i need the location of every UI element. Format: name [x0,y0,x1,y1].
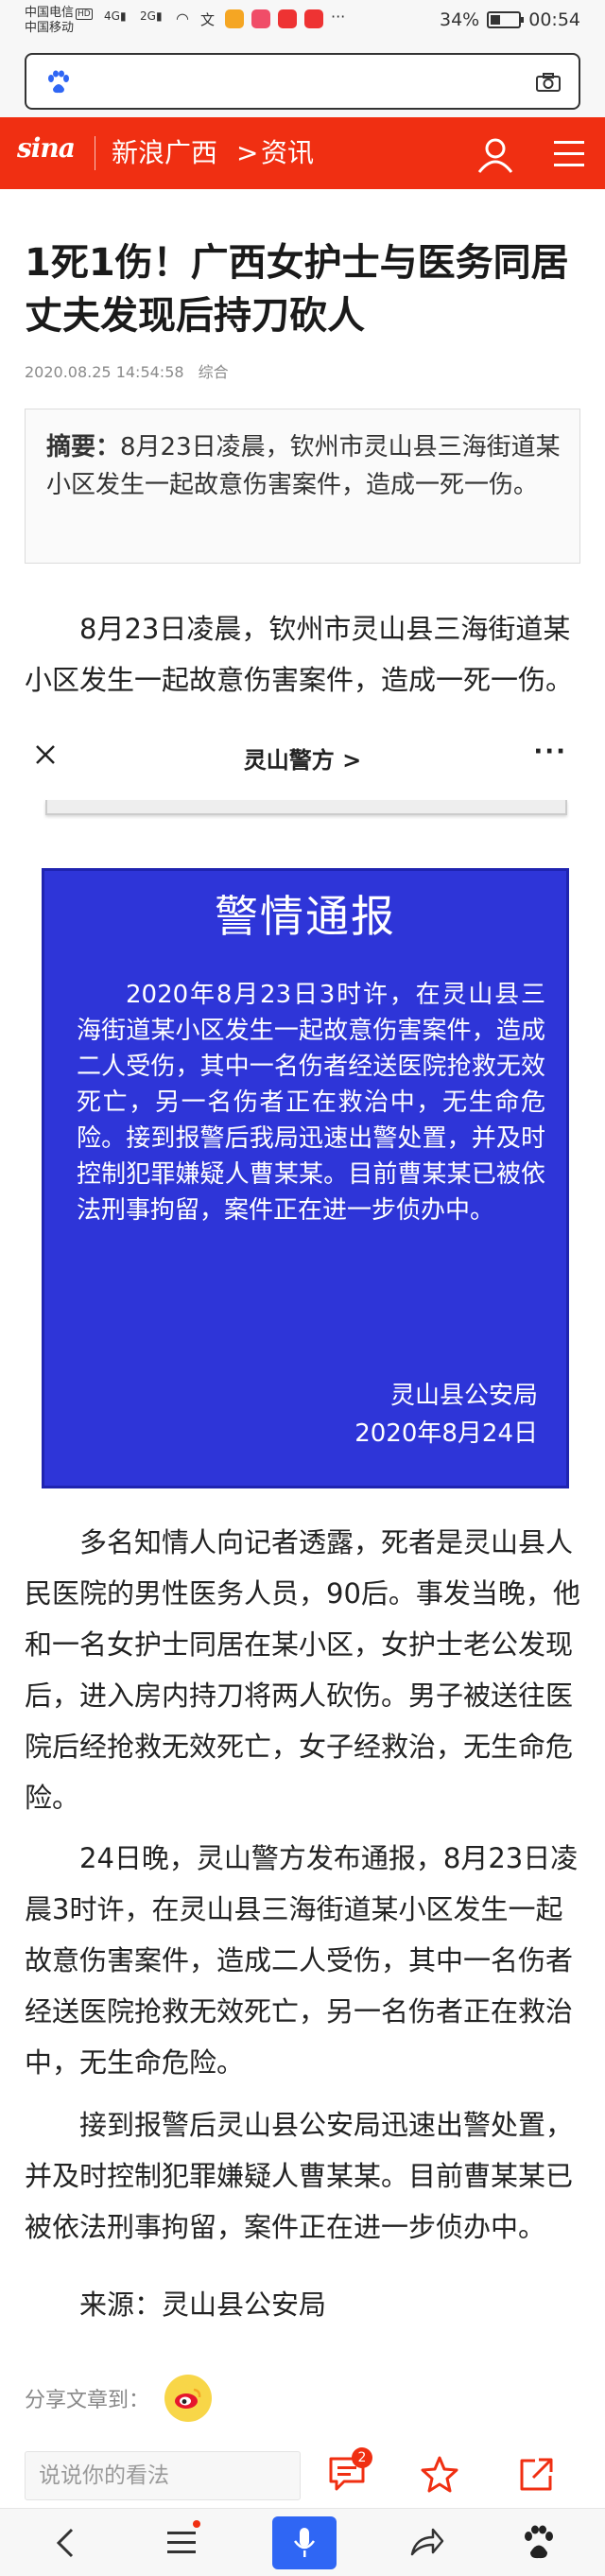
article-paragraph-3: 24日晚，灵山警方发布通报，8月23日凌晨3时许，在灵山县三海街道某小区发生一起… [25,1842,579,2079]
share-label: 分享文章到： [25,2389,150,2412]
carrier-1: 中国电信 [25,6,75,20]
user-icon[interactable] [476,136,514,174]
signal-4g-icon: 4G▮ [104,9,127,23]
summary-text: 8月23日凌晨，钦州市灵山县三海街道某小区发生一起故意伤害案件，造成一死一伤。 [46,433,561,499]
summary-label: 摘要： [46,433,121,461]
site-header: sina 新浪广西 > 资讯 [0,117,605,189]
police-notice-title: 警情通报 [215,891,396,942]
battery-percent: 34% [440,9,480,30]
embedded-account-name: 灵山警方 > [243,747,362,774]
carrier-info: 中国电信 HD 中国移动 [25,6,93,36]
article-paragraph-1: 8月23日凌晨，钦州市灵山县三海街道某小区发生一起故意伤害案件，造成一死一伤。 [25,613,574,696]
menu-list-icon[interactable] [163,2524,200,2562]
article-source: 来源：灵山县公安局 [79,2289,327,2321]
menu-icon[interactable] [550,138,588,170]
comment-bar: 说说你的看法 2 [0,2445,605,2506]
forward-share-icon[interactable] [406,2524,444,2562]
app-notification-icon [225,9,244,28]
menu-notification-dot [193,2520,200,2528]
clock: 00:54 [528,9,580,30]
chat-app-icon: 文 [200,11,216,28]
weibo-share-icon[interactable] [164,2375,213,2422]
wifi-icon: ◠ [176,9,189,27]
article-date: 2020.08.25 14:54:58 [25,363,184,381]
article-meta: 2020.08.25 14:54:58 综合 [25,359,238,382]
favorite-star-icon[interactable] [420,2455,459,2493]
more-notifications-icon: ··· [331,8,346,26]
back-icon[interactable] [47,2524,85,2562]
breadcrumb-separator: > [236,137,259,168]
article-summary: 摘要：8月23日凌晨，钦州市灵山县三海街道某小区发生一起故意伤害案件，造成一死一… [25,409,580,564]
comment-input[interactable]: 说说你的看法 [25,2451,301,2500]
baidu-home-icon[interactable] [520,2524,558,2562]
share-row: 分享文章到： [25,2372,213,2425]
signal-2g-icon: 2G▮ [140,9,163,23]
app-notification-icon-2 [251,9,270,28]
voice-search-button[interactable] [272,2516,337,2569]
status-bar: 中国电信 HD 中国移动 4G▮ 2G▮ ◠ 文 ··· 34% 00:54 [0,0,605,45]
article-title: 1死1伤！广西女护士与医务同居丈夫发现后持刀砍人 [25,241,569,338]
browser-search-area [0,45,605,117]
article-paragraph-4: 接到报警后灵山县公安局迅速出警处置，并及时控制犯罪嫌疑人曹某某。目前曹某某已被依… [25,2109,574,2243]
more-options-icon: ··· [533,738,567,766]
embedded-post-header: 灵山警方 > ··· [25,730,580,825]
article-category: 综合 [198,363,229,381]
baidu-paw-icon [48,70,69,94]
search-input[interactable] [25,53,580,110]
hd-badge: HD [76,9,93,20]
police-notice-image: 警情通报 2020年8月23日3时许，在灵山县三海街道某小区发生一起故意伤害案件… [42,868,569,1488]
channel-link[interactable]: 新浪广西 [112,136,217,170]
share-icon[interactable] [516,2455,556,2493]
app-notification-icon-4 [304,9,323,28]
microphone-icon [293,2528,316,2557]
article-paragraph-2: 多名知情人向记者透露，死者是灵山县人民医院的男性医务人员，90后。事发当晚，他和… [25,1526,580,1814]
sina-logo[interactable]: sina [17,132,76,164]
app-notification-icon-3 [278,9,297,28]
embedded-divider [45,800,567,815]
carrier-2: 中国移动 [25,21,75,35]
camera-icon[interactable] [535,72,562,93]
comment-count-badge: 2 [352,2447,372,2468]
section-link[interactable]: 资讯 [261,136,314,170]
browser-nav-bar [0,2508,605,2576]
battery-icon [487,11,525,28]
police-notice-date: 2020年8月24日 [354,1419,538,1448]
police-notice-body: 2020年8月23日3时许，在灵山县三海街道某小区发生一起故意伤害案件，造成二人… [77,981,545,1225]
police-notice-org: 灵山县公安局 [389,1382,538,1410]
